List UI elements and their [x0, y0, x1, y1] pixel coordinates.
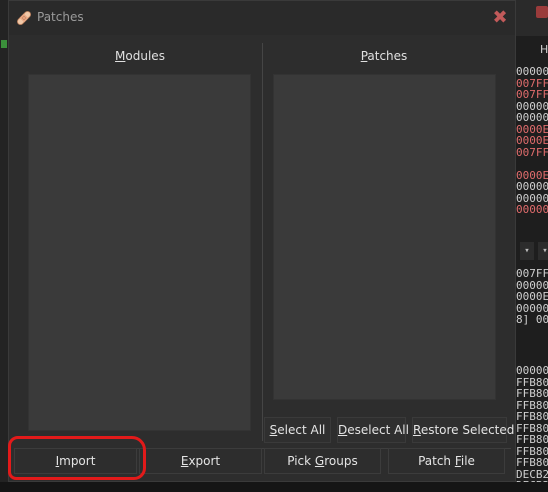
- background-hex-value: 00000: [516, 364, 548, 377]
- background-app-right-edge: H 0000000007FFF007FFF000000000000000000E…: [516, 0, 548, 492]
- background-hex-column-mid: 007FF0000000000EC0000008] 00: [516, 268, 548, 326]
- close-icon[interactable]: ✖: [491, 9, 509, 27]
- background-hex-value: 0000000: [516, 180, 548, 193]
- background-hex-value: 0000EC: [516, 290, 548, 303]
- modules-label: Modules: [29, 49, 251, 63]
- background-close-icon: [536, 6, 548, 18]
- background-hex-value: FFB80: [516, 410, 548, 423]
- import-button[interactable]: Import: [14, 448, 137, 474]
- background-app-bottom-edge: [0, 482, 548, 492]
- background-tab-label: H: [540, 43, 548, 56]
- dialog-title: Patches: [37, 10, 84, 24]
- background-hex-column: 0000000007FFF007FFF000000000000000000E00…: [516, 66, 548, 216]
- background-hex-value: FFB80: [516, 456, 548, 469]
- deselect-all-button[interactable]: Deselect All: [337, 417, 409, 443]
- chevron-down-icon: ▾: [520, 242, 534, 260]
- background-hex-value: 0000000: [516, 111, 548, 124]
- background-hex-value: 007FF: [516, 267, 548, 280]
- export-button[interactable]: Export: [139, 448, 262, 474]
- background-hex-value: FFB80: [516, 387, 548, 400]
- background-hex-value: FFB80: [516, 433, 548, 446]
- background-hex-value: 0000000: [516, 203, 548, 216]
- background-hex-value: [516, 158, 548, 170]
- background-hex-value: 0000000: [516, 65, 548, 78]
- background-hex-value: 0000E: [516, 134, 548, 147]
- restore-selected-button[interactable]: Restore Selected: [412, 417, 514, 443]
- background-hex-value: 8] 00: [516, 313, 548, 326]
- patch-file-button[interactable]: Patch File: [388, 448, 505, 474]
- breakpoint-marker: [1, 40, 7, 48]
- chevron-down-icon: ▾: [538, 242, 548, 260]
- modules-list[interactable]: [28, 74, 251, 431]
- modules-label-text: odules: [125, 49, 165, 63]
- panel-divider: [262, 43, 263, 441]
- bandage-icon: [17, 11, 31, 25]
- patches-dialog: Patches ✖ Modules Patches Select All Des…: [8, 0, 516, 482]
- select-all-button[interactable]: Select All: [264, 417, 331, 443]
- patches-list[interactable]: [273, 74, 496, 400]
- background-hex-column-bottom: 00000 FFB80 FFB80 FFB80 FFB80 FFB80 FFB80 FFB80…: [516, 365, 548, 492]
- patches-label-text: atches: [367, 49, 408, 63]
- modules-label-mnemonic: M: [115, 49, 126, 63]
- dialog-titlebar[interactable]: Patches ✖: [9, 1, 515, 35]
- pick-groups-button[interactable]: Pick Groups: [264, 448, 381, 474]
- background-hex-value: 007FFF: [516, 88, 548, 101]
- patches-label: Patches: [273, 49, 495, 63]
